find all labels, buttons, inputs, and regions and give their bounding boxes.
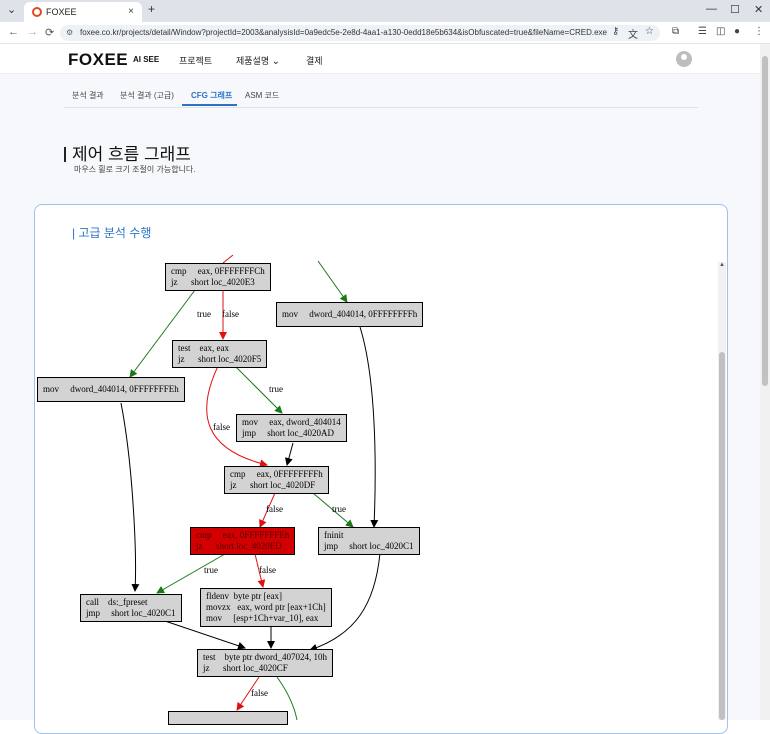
page-description: 마우스 휠로 크기 조절이 가능합니다.: [74, 165, 196, 174]
cfg-node[interactable]: cmp eax, 0FFFFFFFFh jz short loc_4020DF: [224, 466, 329, 494]
sidebar-icon[interactable]: ◫: [716, 26, 725, 37]
browser-tab-bar: ⌄ FOXEE × + — ☐ ✕: [0, 0, 770, 22]
edge-label: true: [204, 565, 218, 575]
cfg-node[interactable]: fldenv byte ptr [eax] movzx eax, word pt…: [200, 588, 332, 627]
user-avatar-icon[interactable]: [676, 51, 692, 67]
page-scrollbar[interactable]: [760, 44, 770, 720]
close-tab-icon[interactable]: ×: [128, 6, 134, 17]
reload-icon[interactable]: ⟳: [45, 26, 54, 39]
graph-scroll-thumb[interactable]: [719, 352, 725, 720]
cfg-node[interactable]: mov eax, dword_404014 jmp short loc_4020…: [236, 414, 347, 442]
profile-icon[interactable]: ●: [734, 26, 740, 37]
logo-subtitle: AI SEE: [133, 55, 160, 64]
active-tab-indicator: [182, 104, 237, 106]
cfg-node[interactable]: [168, 711, 288, 725]
tab-title: FOXEE: [46, 7, 77, 17]
menu-projects[interactable]: 프로젝트: [179, 54, 212, 67]
favicon-icon: [32, 7, 42, 17]
tab-analysis-result[interactable]: 분석 결과: [72, 90, 104, 101]
page-title-text: 제어 흐름 그래프: [72, 145, 191, 164]
cfg-node-highlighted[interactable]: cmp eax, 0FFFFFFFEh jz short loc_4020ED: [190, 527, 296, 555]
edge-n5-n6: [284, 442, 294, 466]
edge-in-red: [222, 255, 234, 264]
back-icon[interactable]: ←: [8, 26, 19, 38]
cfg-node[interactable]: fninit jmp short loc_4020C1: [318, 527, 420, 555]
edge-n2-n8: [359, 326, 379, 528]
edge-label: true: [269, 384, 283, 394]
edge-label: false: [222, 309, 239, 319]
extensions-icon[interactable]: ⧉: [672, 26, 679, 37]
cfg-graph[interactable]: cmp eax, 0FFFFFFFCh jz short loc_4020E3 …: [35, 255, 717, 725]
card-title: | 고급 분석 수행: [72, 226, 152, 240]
menu-payment[interactable]: 결제: [306, 54, 323, 67]
menu-product-info-label: 제품설명: [236, 56, 270, 66]
edge-label: false: [213, 422, 230, 432]
cfg-node[interactable]: mov dword_404014, 0FFFFFFFFh: [276, 302, 424, 327]
address-bar: ← → ⟳ ⚙ foxee.co.kr/projects/detail/Wind…: [0, 22, 770, 44]
tab-analysis-advanced[interactable]: 분석 결과 (고급): [120, 90, 174, 101]
url-text: foxee.co.kr/projects/detail/Window?proje…: [80, 28, 607, 37]
edge-label: false: [266, 504, 283, 514]
cfg-node[interactable]: cmp eax, 0FFFFFFFCh jz short loc_4020E3: [165, 263, 271, 291]
tab-asm-code[interactable]: ASM 코드: [245, 90, 279, 101]
tab-cfg-graph[interactable]: CFG 그래프: [191, 90, 232, 101]
new-tab-button[interactable]: +: [148, 2, 155, 16]
graph-scrollbar[interactable]: ▲: [718, 262, 726, 720]
cfg-node[interactable]: mov dword_404014, 0FFFFFFFEh: [37, 377, 185, 402]
browser-tab[interactable]: FOXEE ×: [24, 2, 142, 22]
menu-product-info[interactable]: 제품설명 ⌄: [236, 54, 280, 67]
foxee-logo[interactable]: FOXEE: [68, 50, 128, 70]
edge-label: false: [251, 688, 268, 698]
analysis-tabs: 분석 결과 분석 결과 (고급) CFG 그래프 ASM 코드: [64, 84, 698, 108]
window-close-button[interactable]: ✕: [754, 3, 763, 16]
scroll-up-icon[interactable]: ▲: [719, 262, 725, 268]
media-control-icon[interactable]: ☰: [698, 26, 707, 37]
cfg-node[interactable]: call ds:_fpreset jmp short loc_4020C1: [80, 594, 182, 622]
cfg-node[interactable]: test byte ptr dword_407024, 10h jz short…: [197, 649, 333, 677]
edge-n4-n9: [120, 402, 140, 592]
site-info-icon[interactable]: ⚙: [66, 25, 73, 41]
page-scroll-thumb[interactable]: [762, 56, 768, 386]
more-menu-icon[interactable]: ⋮: [754, 26, 764, 37]
chevron-down-icon: ⌄: [271, 56, 281, 67]
tab-list-icon[interactable]: ⌄: [7, 3, 16, 16]
minimize-button[interactable]: —: [706, 3, 717, 15]
edge-in-green-n2: [317, 260, 348, 303]
edge-label: false: [259, 565, 276, 575]
forward-icon[interactable]: →: [27, 26, 38, 38]
cfg-node[interactable]: test eax, eax jz short loc_4020F5: [172, 340, 268, 368]
edge-label: true: [332, 504, 346, 514]
url-input[interactable]: ⚙ foxee.co.kr/projects/detail/Window?pro…: [60, 25, 660, 41]
bookmark-star-icon[interactable]: ☆: [645, 26, 654, 37]
key-icon[interactable]: ⚷: [612, 26, 619, 37]
maximize-button[interactable]: ☐: [730, 3, 740, 16]
title-bar-accent: [64, 147, 66, 162]
page-title: 제어 흐름 그래프: [64, 140, 191, 165]
translate-icon[interactable]: 文: [628, 26, 638, 41]
edge-label: true: [197, 309, 211, 319]
